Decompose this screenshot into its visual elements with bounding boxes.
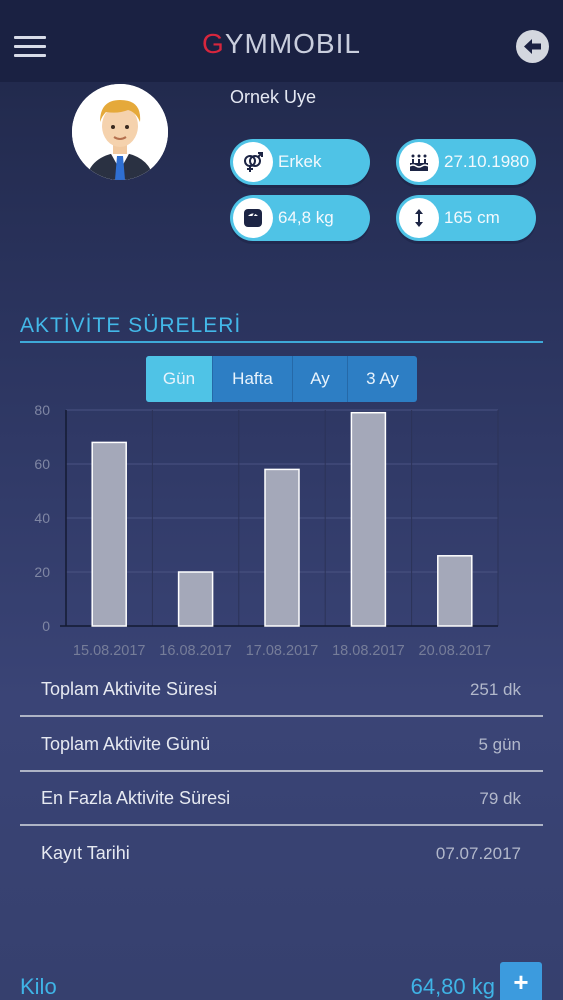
birthdate-value: 27.10.1980: [444, 152, 530, 171]
tab-ay[interactable]: Ay: [293, 356, 348, 402]
member-name: Ornek Uye: [230, 87, 317, 107]
height-pill: 165 cm: [396, 195, 536, 241]
top-bar: GYMMOBIL: [0, 0, 563, 82]
arrow-left-icon: [524, 39, 541, 54]
x-tick-label: 15.08.2017: [73, 643, 146, 659]
weight-section-value: 64,80 kg: [410, 974, 495, 999]
app-title: GYMMOBIL: [0, 28, 563, 60]
y-tick-label: 40: [34, 510, 50, 526]
x-tick-label: 20.08.2017: [419, 643, 492, 659]
stat-label-total-duration: Toplam Aktivite Süresi: [41, 679, 218, 699]
stat-divider: [20, 824, 543, 826]
stat-divider: [20, 770, 543, 772]
weight-section-label: Kilo: [20, 974, 57, 999]
weight-pill: 64,8 kg: [230, 195, 370, 241]
chart-bar: [350, 411, 387, 627]
height-arrows-icon: [415, 209, 423, 227]
gender-icon: [244, 152, 263, 172]
back-button[interactable]: [516, 30, 549, 63]
period-tabs: Gün Hafta Ay 3 Ay: [146, 356, 417, 402]
chart-bar: [437, 555, 473, 627]
stat-value-total-days: 5 gün: [478, 735, 521, 754]
activity-bar-chart: 0 20 40 60 80 15.08.2017 16.08.2017 17.08.2017 1…: [34, 402, 499, 659]
chart-bar: [177, 571, 214, 627]
height-value: 165 cm: [444, 208, 500, 227]
y-tick-label: 80: [34, 402, 50, 418]
birthday-cake-icon: [409, 154, 429, 171]
stat-divider: [20, 715, 543, 717]
x-tick-label: 17.08.2017: [246, 643, 319, 659]
stat-label-total-days: Toplam Aktivite Günü: [41, 734, 211, 754]
x-tick-label: 16.08.2017: [159, 643, 232, 659]
activity-section-title: AKTİVİTE SÜRELERİ: [20, 314, 242, 337]
brand-text: YMMOBIL: [224, 28, 361, 59]
stat-label-max-duration: En Fazla Aktivite Süresi: [41, 788, 231, 808]
weight-value: 64,8 kg: [278, 208, 334, 227]
birthdate-pill: 27.10.1980: [396, 139, 536, 185]
scale-icon: [244, 209, 262, 227]
add-weight-button[interactable]: +: [500, 962, 542, 1000]
tab-hafta[interactable]: Hafta: [213, 356, 293, 402]
user-avatar-icon: [72, 84, 168, 180]
brand-letter: G: [202, 28, 225, 59]
x-tick-label: 18.08.2017: [332, 643, 405, 659]
tab-3-ay[interactable]: 3 Ay: [348, 356, 417, 402]
tab-gun[interactable]: Gün: [146, 356, 213, 402]
chart-bar: [91, 441, 127, 627]
y-tick-label: 20: [34, 564, 50, 580]
avatar: [72, 84, 168, 180]
stat-value-total-duration: 251 dk: [469, 680, 521, 699]
chart-bar: [264, 468, 300, 627]
section-divider: [20, 341, 543, 343]
y-tick-label: 60: [34, 456, 50, 472]
stat-label-register-date: Kayıt Tarihi: [41, 843, 130, 863]
stat-value-register-date: 07.07.2017: [435, 844, 521, 863]
y-tick-label: 0: [42, 618, 50, 634]
gender-pill: Erkek: [230, 139, 370, 185]
stat-value-max-duration: 79 dk: [479, 789, 521, 808]
gender-value: Erkek: [278, 152, 322, 171]
